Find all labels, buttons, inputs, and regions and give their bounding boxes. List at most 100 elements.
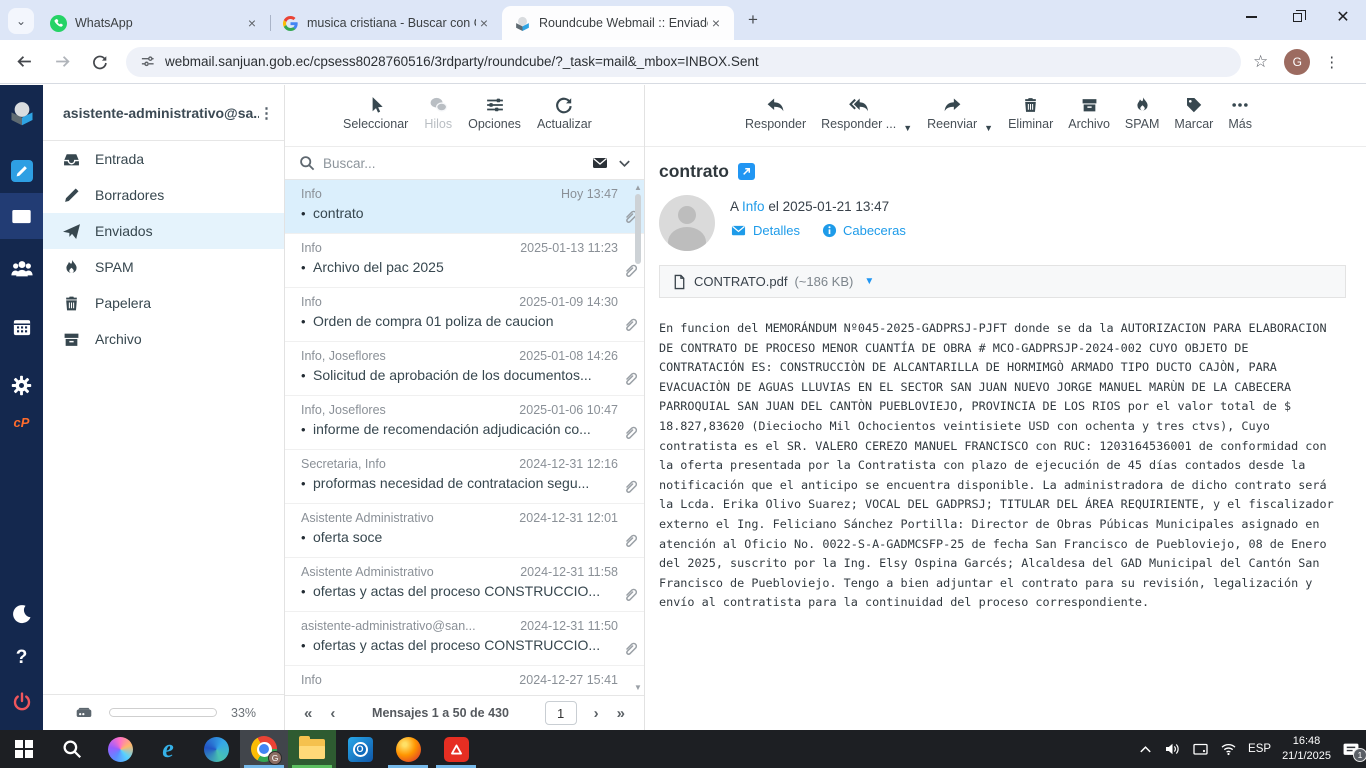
search-scope-icon[interactable]	[591, 155, 609, 171]
tab-close-icon[interactable]: ×	[244, 15, 260, 31]
site-settings-icon[interactable]	[140, 54, 155, 69]
page-number-input[interactable]	[545, 701, 577, 725]
clock[interactable]: 16:48 21/1/2025	[1282, 734, 1331, 764]
folder-item[interactable]: Entrada	[43, 141, 284, 177]
folder-item[interactable]: Borradores	[43, 177, 284, 213]
attachment-menu-caret-icon[interactable]: ▼	[864, 276, 874, 287]
start-button[interactable]	[0, 730, 48, 768]
volume-icon[interactable]	[1164, 741, 1181, 757]
settings-nav-icon[interactable]	[0, 363, 43, 407]
browser-profile-avatar[interactable]: G	[1284, 49, 1310, 75]
storage-icon	[73, 704, 95, 722]
options-button[interactable]: Opciones	[468, 94, 521, 131]
message-row[interactable]: Info, Joseflores 2025-01-08 14:26 • Soli…	[285, 342, 644, 396]
reply-all-button[interactable]: Responder ...	[821, 94, 896, 131]
calendar-nav-icon[interactable]	[0, 305, 43, 349]
attachment-name[interactable]: CONTRATO.pdf	[694, 274, 787, 289]
last-page-button[interactable]: »	[608, 705, 634, 722]
firefox-icon[interactable]	[384, 730, 432, 768]
message-row[interactable]: Asistente Administrativo 2024-12-31 11:5…	[285, 558, 644, 612]
spam-button[interactable]: SPAM	[1125, 94, 1160, 131]
message-from: Info	[301, 187, 553, 201]
tab-search-button[interactable]: ⌄	[8, 8, 34, 34]
wifi-icon[interactable]	[1220, 741, 1237, 757]
more-button[interactable]: Más	[1228, 94, 1252, 131]
edge-icon[interactable]	[192, 730, 240, 768]
language-indicator[interactable]: ESP	[1248, 743, 1271, 755]
bookmark-star-icon[interactable]: ☆	[1253, 52, 1268, 72]
outlook-icon[interactable]: O	[336, 730, 384, 768]
chrome-icon[interactable]: G	[240, 730, 288, 768]
acrobat-icon[interactable]	[432, 730, 480, 768]
list-scrollbar[interactable]: ▲ ▼	[632, 180, 644, 695]
search-options-chevron-icon[interactable]	[617, 156, 632, 171]
message-row[interactable]: Info 2025-01-09 14:30 • Orden de compra …	[285, 288, 644, 342]
details-link[interactable]: Detalles	[730, 223, 800, 238]
reply-all-caret-icon[interactable]: ▼	[903, 123, 912, 133]
reply-button[interactable]: Responder	[745, 94, 806, 131]
message-row[interactable]: Secretaria, Info 2024-12-31 12:16 • prof…	[285, 450, 644, 504]
quota-bar: 33%	[43, 694, 284, 730]
recipient-link[interactable]: Info	[742, 199, 765, 214]
forward-button[interactable]	[48, 48, 76, 76]
mark-button[interactable]: Marcar	[1174, 94, 1213, 131]
mail-nav-icon[interactable]	[0, 193, 43, 239]
message-row[interactable]: Info, Joseflores 2025-01-06 10:47 • info…	[285, 396, 644, 450]
cpanel-icon[interactable]: cP	[0, 407, 43, 437]
address-bar[interactable]: webmail.sanjuan.gob.ec/cpsess8028760516/…	[126, 47, 1241, 77]
attachment-bar[interactable]: CONTRATO.pdf (~186 KB) ▼	[659, 265, 1346, 298]
help-icon[interactable]: ?	[0, 636, 43, 680]
folder-item[interactable]: SPAM	[43, 249, 284, 285]
internet-explorer-icon[interactable]: e	[144, 730, 192, 768]
tab-close-icon[interactable]: ×	[476, 15, 492, 31]
next-page-button[interactable]: ›	[585, 705, 608, 722]
forward-button[interactable]: Reenviar	[927, 94, 977, 131]
refresh-button[interactable]: Actualizar	[537, 94, 592, 131]
copilot-icon[interactable]	[96, 730, 144, 768]
tab-close-icon[interactable]: ×	[708, 15, 724, 31]
back-button[interactable]	[10, 48, 38, 76]
notification-center-icon[interactable]: 1	[1342, 741, 1360, 758]
folder-item[interactable]: Enviados	[43, 213, 284, 249]
headers-link[interactable]: Cabeceras	[822, 223, 906, 238]
message-row[interactable]: Info 2025-01-13 11:23 • Archivo del pac …	[285, 234, 644, 288]
new-tab-button[interactable]: +	[740, 7, 766, 33]
logout-icon[interactable]	[0, 680, 43, 724]
folder-item[interactable]: Archivo	[43, 321, 284, 357]
account-menu-icon[interactable]: ⋮	[259, 104, 274, 122]
file-explorer-icon[interactable]	[288, 730, 336, 768]
threads-button[interactable]: Hilos	[424, 94, 452, 131]
message-row[interactable]: asistente-administrativo@san... 2024-12-…	[285, 612, 644, 666]
message-row[interactable]: Info Hoy 13:47 • contrato	[285, 180, 644, 234]
select-button[interactable]: Seleccionar	[343, 94, 408, 131]
minimize-button[interactable]	[1228, 0, 1274, 34]
close-button[interactable]: ✕	[1320, 0, 1366, 34]
first-page-button[interactable]: «	[295, 705, 321, 722]
restore-button[interactable]	[1274, 0, 1320, 34]
tray-date: 21/1/2025	[1282, 750, 1331, 762]
prev-page-button[interactable]: ‹	[321, 705, 344, 722]
browser-tab-strip: ⌄ WhatsApp × musica cristiana - Buscar c…	[0, 0, 1366, 40]
open-in-new-window-icon[interactable]	[738, 163, 755, 180]
browser-menu-icon[interactable]: ⋮	[1324, 53, 1339, 71]
tray-expand-chevron-icon[interactable]	[1138, 742, 1153, 757]
scroll-thumb[interactable]	[635, 194, 641, 264]
message-row[interactable]: Info 2024-12-27 15:41 •	[285, 666, 644, 695]
scroll-up-icon[interactable]: ▲	[634, 183, 642, 192]
archive-button[interactable]: Archivo	[1068, 94, 1110, 131]
compose-button[interactable]	[0, 149, 43, 193]
taskbar-search-icon[interactable]	[48, 730, 96, 768]
delete-button[interactable]: Eliminar	[1008, 94, 1053, 131]
scroll-down-icon[interactable]: ▼	[634, 683, 642, 692]
reload-button[interactable]	[86, 48, 114, 76]
search-input[interactable]	[323, 156, 583, 171]
contacts-nav-icon[interactable]	[0, 247, 43, 291]
forward-caret-icon[interactable]: ▼	[984, 123, 993, 133]
tab-whatsapp[interactable]: WhatsApp ×	[38, 6, 270, 40]
folder-item[interactable]: Papelera	[43, 285, 284, 321]
message-row[interactable]: Asistente Administrativo 2024-12-31 12:0…	[285, 504, 644, 558]
tab-google-search[interactable]: musica cristiana - Buscar con Go ×	[270, 6, 502, 40]
display-icon[interactable]	[1192, 741, 1209, 757]
tab-roundcube[interactable]: Roundcube Webmail :: Enviados ×	[502, 6, 734, 40]
dark-mode-icon[interactable]	[0, 592, 43, 636]
